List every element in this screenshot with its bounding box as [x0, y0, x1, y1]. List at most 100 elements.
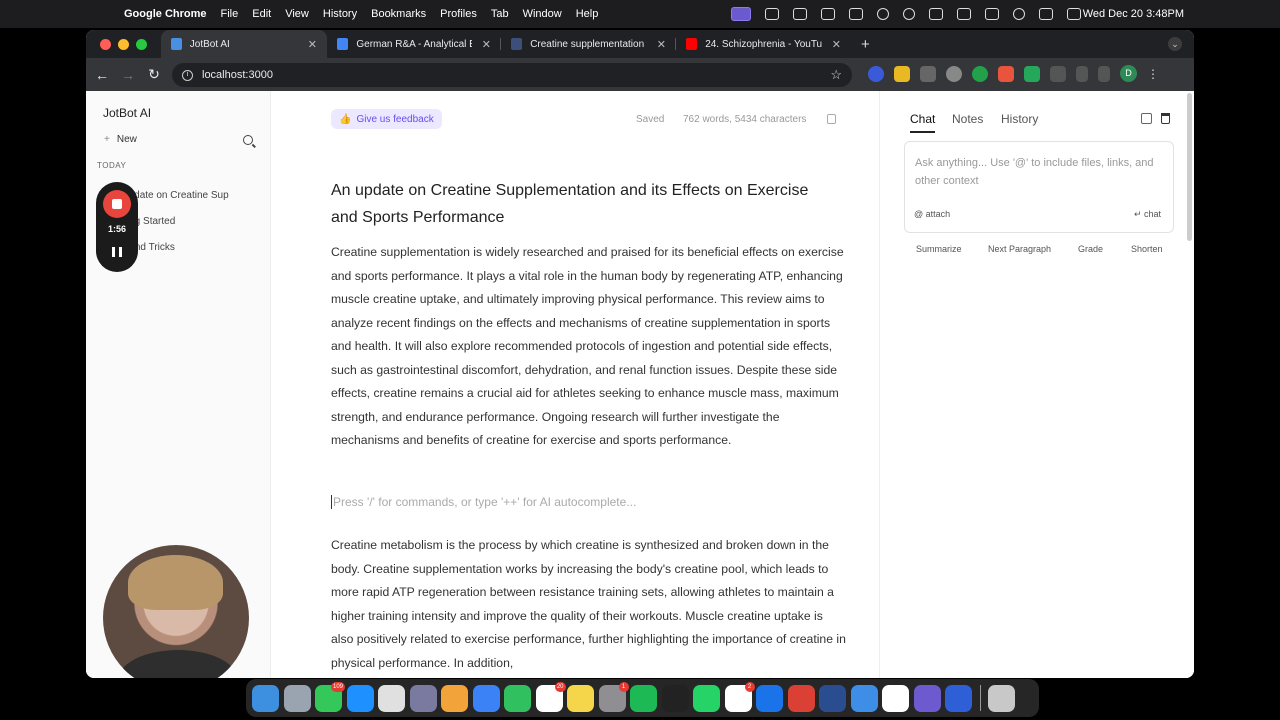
tab-jotbot[interactable]: JotBot AI ✕	[161, 30, 327, 58]
tab-youtube[interactable]: 24. Schizophrenia - YouTube ✕	[676, 30, 851, 58]
chat-input[interactable]: Ask anything... Use '@' to include files…	[904, 141, 1174, 233]
wifi-icon[interactable]	[985, 8, 999, 20]
dock-perplexity-icon[interactable]	[945, 684, 972, 712]
control-center-icon[interactable]	[1067, 8, 1081, 20]
reading-list-icon[interactable]	[1076, 65, 1088, 82]
close-tab-icon[interactable]: ✕	[308, 38, 317, 51]
dock-terminal-icon[interactable]	[661, 684, 689, 712]
extension-icon[interactable]	[1024, 65, 1040, 82]
calendar-status-icon[interactable]	[765, 8, 779, 20]
dock-trash-icon[interactable]	[988, 684, 1015, 712]
feedback-button[interactable]: 👍 Give us feedback	[331, 109, 442, 129]
moon-icon[interactable]	[877, 8, 889, 20]
menu-bookmarks[interactable]: Bookmarks	[371, 8, 426, 20]
dock-xcode-icon[interactable]	[850, 684, 878, 712]
search-icon[interactable]	[243, 135, 253, 145]
profile-avatar[interactable]: D	[1120, 65, 1137, 82]
attach-button[interactable]: @ attach	[914, 209, 950, 219]
screen-mirror-icon[interactable]	[821, 8, 835, 20]
rewind-icon[interactable]	[849, 8, 863, 20]
play-icon[interactable]	[903, 8, 915, 20]
paragraph-1[interactable]: Creatine supplementation is widely resea…	[331, 241, 846, 453]
battery-icon[interactable]	[1039, 8, 1053, 20]
panel-scrollbar[interactable]	[1187, 93, 1192, 241]
menu-tab[interactable]: Tab	[491, 8, 509, 20]
summarize-button[interactable]: Summarize	[916, 244, 962, 254]
tab-german-essay[interactable]: German R&A - Analytical Essa ✕	[327, 30, 501, 58]
menu-profiles[interactable]: Profiles	[440, 8, 477, 20]
dock-notion-icon[interactable]	[882, 684, 909, 712]
extensions-puzzle-icon[interactable]	[1050, 65, 1066, 82]
dock-todoist-icon[interactable]	[787, 684, 815, 712]
bookmark-star-icon[interactable]: ☆	[830, 67, 842, 83]
dock-testflight-icon[interactable]	[819, 684, 846, 712]
grade-button[interactable]: Grade	[1078, 244, 1103, 254]
forward-button[interactable]: →	[115, 67, 141, 83]
site-info-icon[interactable]: i	[182, 69, 193, 81]
menu-help[interactable]: Help	[576, 8, 599, 20]
shorten-button[interactable]: Shorten	[1131, 244, 1163, 254]
menu-view[interactable]: View	[285, 8, 309, 20]
tab-history[interactable]: History	[1001, 112, 1038, 126]
volume-icon[interactable]	[929, 8, 943, 20]
close-window-button[interactable]	[100, 38, 111, 50]
dock-chrome-icon[interactable]	[378, 684, 405, 712]
dock-messages-icon[interactable]: 109	[315, 681, 345, 712]
new-document-button[interactable]: + New	[104, 134, 137, 145]
dock-keynote-icon[interactable]	[409, 684, 437, 712]
next-paragraph-button[interactable]: Next Paragraph	[988, 244, 1051, 254]
copy-icon[interactable]	[827, 114, 836, 124]
trash-icon[interactable]	[1161, 113, 1170, 124]
dock-1password-icon[interactable]	[756, 684, 783, 712]
spotlight-search-icon[interactable]	[1013, 8, 1025, 20]
close-tab-icon[interactable]: ✕	[657, 38, 666, 51]
dock-calendar-icon[interactable]: 20	[535, 681, 566, 712]
dock-notes-icon[interactable]	[567, 684, 594, 712]
dock-photos-icon[interactable]	[441, 684, 468, 712]
tab-creatine-paper[interactable]: Creatine supplementation wi ✕	[501, 30, 676, 58]
dock-whatsapp-icon[interactable]	[693, 684, 720, 712]
send-chat-button[interactable]: ↵ chat	[1134, 209, 1161, 220]
dock-facetime-icon[interactable]	[504, 684, 531, 712]
address-bar[interactable]: i localhost:3000 ☆	[172, 63, 852, 87]
menubar-app-name[interactable]: Google Chrome	[124, 8, 207, 20]
menu-window[interactable]: Window	[523, 8, 562, 20]
dock-spotify-icon[interactable]	[630, 684, 657, 712]
new-tab-button[interactable]: +	[861, 36, 870, 53]
side-panel-icon[interactable]	[1098, 65, 1110, 82]
menubar-clock[interactable]: Wed Dec 20 3:48PM	[1083, 0, 1184, 28]
zoom-window-button[interactable]	[136, 38, 147, 50]
dock-launchpad-icon[interactable]	[283, 684, 311, 712]
menu-history[interactable]: History	[323, 8, 357, 20]
extension-icon[interactable]	[868, 65, 884, 82]
extension-icon[interactable]	[920, 65, 936, 82]
editor-placeholder[interactable]: Press '/' for commands, or type '++' for…	[331, 495, 636, 509]
dock-slack-icon[interactable]: 2	[724, 681, 755, 712]
minimize-window-button[interactable]	[118, 38, 129, 50]
close-tab-icon[interactable]: ✕	[482, 38, 491, 51]
tab-notes[interactable]: Notes	[952, 112, 983, 126]
url-text[interactable]: localhost:3000	[202, 69, 273, 81]
extension-icon[interactable]	[972, 65, 988, 82]
document-title[interactable]: An update on Creatine Supplementation an…	[331, 177, 811, 231]
bluetooth-icon[interactable]	[957, 8, 971, 20]
dock-screen-recorder-icon[interactable]	[913, 684, 941, 712]
menu-file[interactable]: File	[221, 8, 239, 20]
pause-recording-icon[interactable]	[112, 247, 122, 257]
extension-icon[interactable]	[894, 65, 910, 82]
paragraph-2[interactable]: Creatine metabolism is the process by wh…	[331, 534, 846, 675]
kebab-menu-icon[interactable]: ⋮	[1147, 67, 1159, 81]
reload-button[interactable]: ↻	[141, 66, 167, 83]
save-chat-icon[interactable]	[1141, 113, 1152, 124]
stop-recording-button[interactable]	[103, 190, 131, 218]
tab-search-icon[interactable]: ⌄	[1168, 37, 1182, 51]
menu-edit[interactable]: Edit	[252, 8, 271, 20]
dock-finder-icon[interactable]	[252, 684, 279, 712]
extension-icon[interactable]	[946, 65, 962, 82]
dock-mail-icon[interactable]	[472, 684, 500, 712]
close-tab-icon[interactable]: ✕	[832, 38, 841, 51]
extension-icon[interactable]	[998, 65, 1014, 82]
screen-recorder-status-icon[interactable]	[731, 7, 751, 21]
back-button[interactable]: ←	[89, 67, 115, 83]
dock-system-settings-icon[interactable]: 1	[598, 681, 629, 712]
